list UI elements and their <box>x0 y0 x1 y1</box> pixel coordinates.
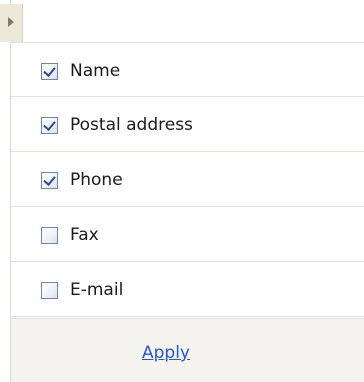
option-fax[interactable]: Fax <box>11 207 364 262</box>
option-label: Fax <box>70 225 99 245</box>
option-email[interactable]: E-mail <box>11 262 364 317</box>
option-phone[interactable]: Phone <box>11 152 364 207</box>
column-chooser-panel: Name Postal address Phone Fax E-mail App… <box>0 0 364 382</box>
apply-footer: Apply <box>11 318 364 382</box>
option-label: E-mail <box>70 280 124 300</box>
options-list: Name Postal address Phone Fax E-mail <box>11 42 364 317</box>
option-postal-address[interactable]: Postal address <box>11 97 364 152</box>
option-label: Phone <box>70 170 123 190</box>
toggle-bar <box>0 0 364 42</box>
option-name[interactable]: Name <box>11 42 364 97</box>
fax-checkbox[interactable] <box>41 227 58 244</box>
email-checkbox[interactable] <box>41 282 58 299</box>
option-label: Name <box>70 61 121 81</box>
postal-address-checkbox[interactable] <box>41 117 58 134</box>
phone-checkbox[interactable] <box>41 172 58 189</box>
triangle-right-icon <box>8 17 14 27</box>
option-label: Postal address <box>70 115 193 135</box>
apply-link[interactable]: Apply <box>142 343 190 363</box>
expand-toggle-button[interactable] <box>0 4 23 42</box>
name-checkbox[interactable] <box>41 63 58 80</box>
